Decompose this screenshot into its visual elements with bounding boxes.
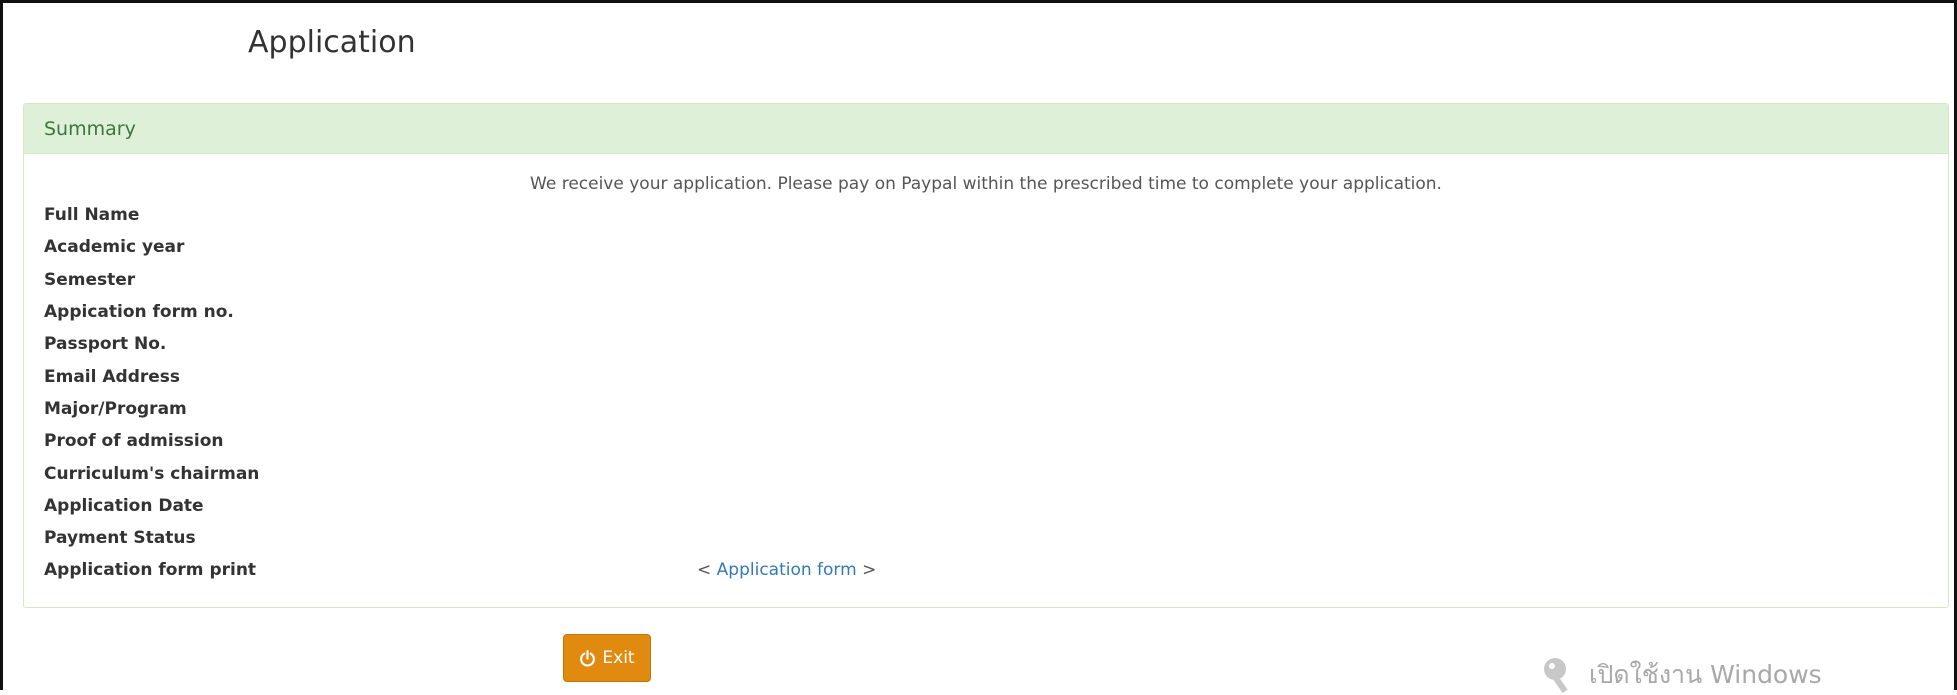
field-label: Application Date xyxy=(44,495,204,516)
field-label: Application form print xyxy=(44,560,257,581)
panel-heading: Summary xyxy=(24,104,1948,154)
link-suffix: > xyxy=(856,560,877,581)
watermark-text: เปิดใช้งาน Windows xyxy=(1589,660,1822,689)
field-row-payment-status: Payment Status xyxy=(44,522,876,554)
page-frame: Application Summary We receive your appl… xyxy=(0,0,1957,694)
field-label: Semester xyxy=(44,269,136,290)
field-row-major-program: Major/Program xyxy=(44,393,876,425)
application-form-link[interactable]: Application form xyxy=(717,560,857,580)
link-prefix: < xyxy=(697,560,717,581)
field-row-proof-of-admission: Proof of admission xyxy=(44,425,876,457)
payment-notice: We receive your application. Please pay … xyxy=(530,174,1442,194)
field-label: Academic year xyxy=(44,237,185,258)
field-label: Major/Program xyxy=(44,398,187,419)
field-row-application-form-no: Appication form no. xyxy=(44,296,876,328)
field-label: Email Address xyxy=(44,366,181,387)
panel-heading-label: Summary xyxy=(44,117,136,140)
field-label: Proof of admission xyxy=(44,431,224,452)
field-row-passport-no: Passport No. xyxy=(44,328,876,360)
page-title: Application xyxy=(248,25,416,60)
field-row-full-name: Full Name xyxy=(44,199,876,231)
field-row-semester: Semester xyxy=(44,264,876,296)
field-row-academic-year: Academic year xyxy=(44,231,876,263)
field-label: Curriculum's chairman xyxy=(44,463,260,484)
windows-activation-watermark: เปิดใช้งาน Windows xyxy=(1541,655,1822,695)
field-label: Passport No. xyxy=(44,334,167,355)
field-row-curriculum-chairman: Curriculum's chairman xyxy=(44,457,876,489)
exit-button[interactable]: Exit xyxy=(563,634,651,682)
field-row-application-form-print: Application form print < Application for… xyxy=(44,554,876,586)
field-label: Full Name xyxy=(44,205,140,226)
field-row-application-date: Application Date xyxy=(44,490,876,522)
exit-button-label: Exit xyxy=(602,648,635,668)
key-icon xyxy=(1544,658,1568,694)
summary-panel: Summary We receive your application. Ple… xyxy=(23,103,1949,608)
application-form-print-value: < Application form > xyxy=(404,560,876,580)
power-icon xyxy=(580,649,596,667)
summary-fields: Full Name Academic year Semester Appicat… xyxy=(44,199,876,587)
field-row-email-address: Email Address xyxy=(44,360,876,392)
field-label: Payment Status xyxy=(44,528,196,549)
field-label: Appication form no. xyxy=(44,302,234,323)
